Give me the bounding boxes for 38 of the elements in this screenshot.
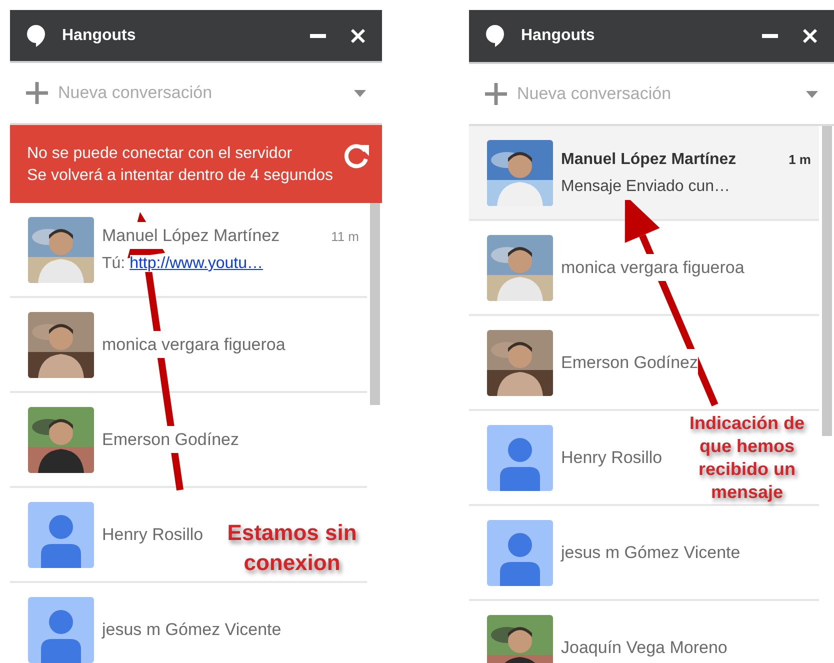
contact-row[interactable]: Manuel López Martínez 1 m Mensaje Enviado cun… xyxy=(469,126,819,221)
minimize-icon xyxy=(762,34,778,38)
contact-row[interactable]: jesus m Gómez Vicente xyxy=(10,583,367,663)
scrollbar-thumb[interactable] xyxy=(822,126,832,436)
plus-icon xyxy=(485,83,507,105)
contact-row[interactable]: monica vergara figueroa xyxy=(469,221,819,316)
close-icon xyxy=(802,28,818,44)
link[interactable]: http://www.youtu… xyxy=(130,255,263,272)
contact-name: Emerson Godínez xyxy=(561,349,698,376)
error-message: Se volverá a intentar dentro de 4 segundos xyxy=(27,166,334,186)
avatar-icon xyxy=(487,424,553,490)
avatar-icon xyxy=(487,520,553,586)
contact-name: monica vergara figueroa xyxy=(102,331,286,358)
close-icon xyxy=(350,28,366,44)
refresh-icon[interactable] xyxy=(344,143,370,169)
window-title: Hangouts xyxy=(62,26,137,44)
error-title: No se puede conectar con el servidor xyxy=(27,144,294,164)
contact-name: Emerson Godínez xyxy=(102,426,240,453)
speech-bubble-icon xyxy=(26,24,46,48)
window-title: Hangouts xyxy=(521,27,596,45)
minimize-icon xyxy=(310,34,326,38)
contact-name: monica vergara figueroa xyxy=(561,254,744,281)
contact-row[interactable]: Emerson Godínez xyxy=(10,393,367,488)
contact-row[interactable]: monica vergara figueroa xyxy=(10,298,367,393)
annotation-text: Estamos sin conexion xyxy=(226,519,358,577)
contact-name: Manuel López Martínez xyxy=(102,222,280,249)
annotation-text: Indicación de que hemos recibido un mensaje xyxy=(688,412,806,504)
contact-row[interactable]: Manuel López Martínez 11 m Tú: http://www.youtu… xyxy=(10,203,367,298)
contact-row[interactable]: jesus m Gómez Vicente xyxy=(469,506,819,601)
contact-row[interactable]: Joaquín Vega Moreno xyxy=(469,601,819,663)
scrollbar-thumb[interactable] xyxy=(370,203,380,405)
avatar-icon xyxy=(28,596,94,662)
speech-bubble-icon xyxy=(485,24,505,48)
contact-row[interactable]: Emerson Godínez xyxy=(469,316,819,411)
plus-icon xyxy=(26,82,48,104)
caret-icon[interactable] xyxy=(354,90,366,96)
caret-icon[interactable] xyxy=(806,90,818,98)
avatar-icon xyxy=(28,502,94,568)
